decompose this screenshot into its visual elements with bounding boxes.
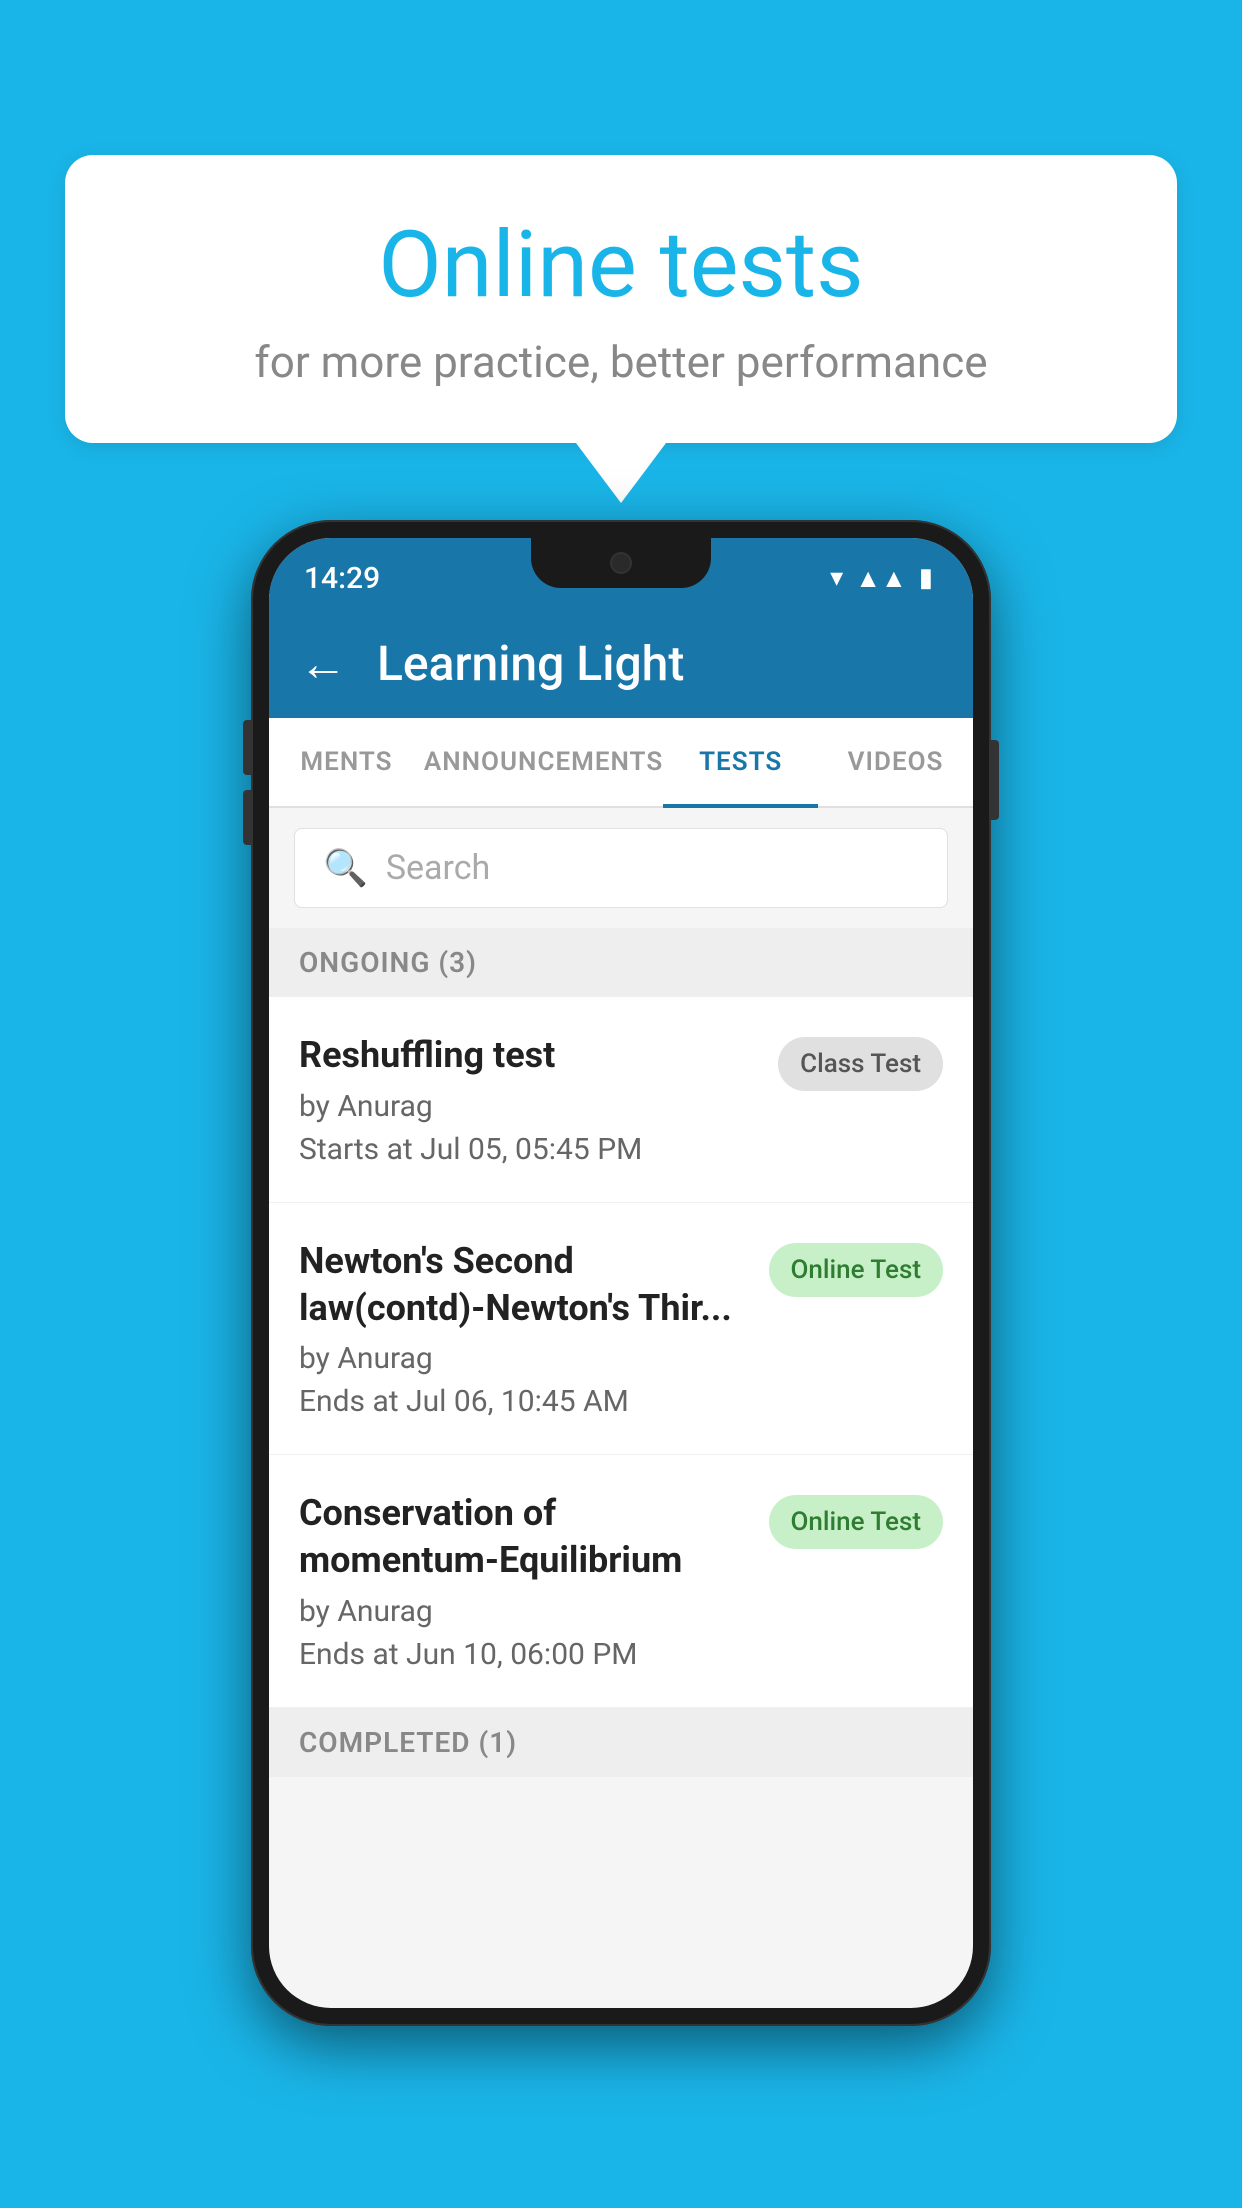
online-test-badge: Online Test	[769, 1243, 944, 1297]
speech-bubble-container: Online tests for more practice, better p…	[65, 155, 1177, 503]
list-item-author: by Anurag	[299, 1089, 758, 1124]
list-item-author: by Anurag	[299, 1341, 749, 1376]
volume-up-button[interactable]	[243, 720, 251, 775]
list-item[interactable]: Reshuffling test by Anurag Starts at Jul…	[269, 997, 973, 1203]
list-item-date: Ends at Jun 10, 06:00 PM	[299, 1637, 749, 1672]
back-button[interactable]: ←	[299, 635, 347, 692]
list-item-date: Starts at Jul 05, 05:45 PM	[299, 1132, 758, 1167]
ongoing-section-header: ONGOING (3)	[269, 928, 973, 997]
volume-down-button[interactable]	[243, 790, 251, 845]
phone-notch	[531, 538, 711, 588]
online-test-badge: Online Test	[769, 1495, 944, 1549]
list-item-title: Newton's Second law(contd)-Newton's Thir…	[299, 1238, 749, 1332]
status-time: 14:29	[304, 561, 380, 596]
status-icons: ▾ ▲▲ ▮	[830, 563, 933, 594]
tabs-bar: MENTS ANNOUNCEMENTS TESTS VIDEOS	[269, 718, 973, 808]
tab-ments[interactable]: MENTS	[269, 718, 424, 806]
tab-announcements[interactable]: ANNOUNCEMENTS	[424, 718, 663, 806]
completed-section-header: COMPLETED (1)	[269, 1708, 973, 1777]
search-icon: 🔍	[323, 847, 368, 889]
search-box[interactable]: 🔍 Search	[294, 828, 948, 908]
phone-wrapper: 14:29 ▾ ▲▲ ▮ ← Learning Light MENTS ANNO…	[251, 520, 991, 2026]
list-item-title: Conservation of momentum-Equilibrium	[299, 1490, 749, 1584]
ongoing-header-text: ONGOING (3)	[299, 946, 477, 979]
list-item[interactable]: Conservation of momentum-Equilibrium by …	[269, 1455, 973, 1708]
search-container: 🔍 Search	[269, 808, 973, 928]
phone-frame: 14:29 ▾ ▲▲ ▮ ← Learning Light MENTS ANNO…	[251, 520, 991, 2026]
list-item-left: Newton's Second law(contd)-Newton's Thir…	[299, 1238, 749, 1420]
search-input[interactable]: Search	[386, 848, 490, 888]
completed-header-text: COMPLETED (1)	[299, 1726, 517, 1759]
signal-icon: ▲▲	[855, 563, 906, 594]
app-bar: ← Learning Light	[269, 608, 973, 718]
wifi-icon: ▾	[830, 563, 843, 593]
list-item-date: Ends at Jul 06, 10:45 AM	[299, 1384, 749, 1419]
list-item-title: Reshuffling test	[299, 1032, 758, 1079]
list-item-left: Conservation of momentum-Equilibrium by …	[299, 1490, 749, 1672]
speech-bubble-pointer	[576, 443, 666, 503]
phone-screen: 14:29 ▾ ▲▲ ▮ ← Learning Light MENTS ANNO…	[269, 538, 973, 2008]
speech-bubble: Online tests for more practice, better p…	[65, 155, 1177, 443]
speech-bubble-subtitle: for more practice, better performance	[115, 336, 1127, 388]
tab-tests[interactable]: TESTS	[663, 718, 818, 806]
tab-videos[interactable]: VIDEOS	[818, 718, 973, 806]
list-item[interactable]: Newton's Second law(contd)-Newton's Thir…	[269, 1203, 973, 1456]
speech-bubble-title: Online tests	[115, 215, 1127, 316]
power-button[interactable]	[991, 740, 999, 820]
class-test-badge: Class Test	[778, 1037, 943, 1091]
app-bar-title: Learning Light	[377, 635, 684, 692]
battery-icon: ▮	[919, 563, 933, 593]
list-item-author: by Anurag	[299, 1594, 749, 1629]
front-camera	[610, 552, 632, 574]
list-item-left: Reshuffling test by Anurag Starts at Jul…	[299, 1032, 758, 1167]
